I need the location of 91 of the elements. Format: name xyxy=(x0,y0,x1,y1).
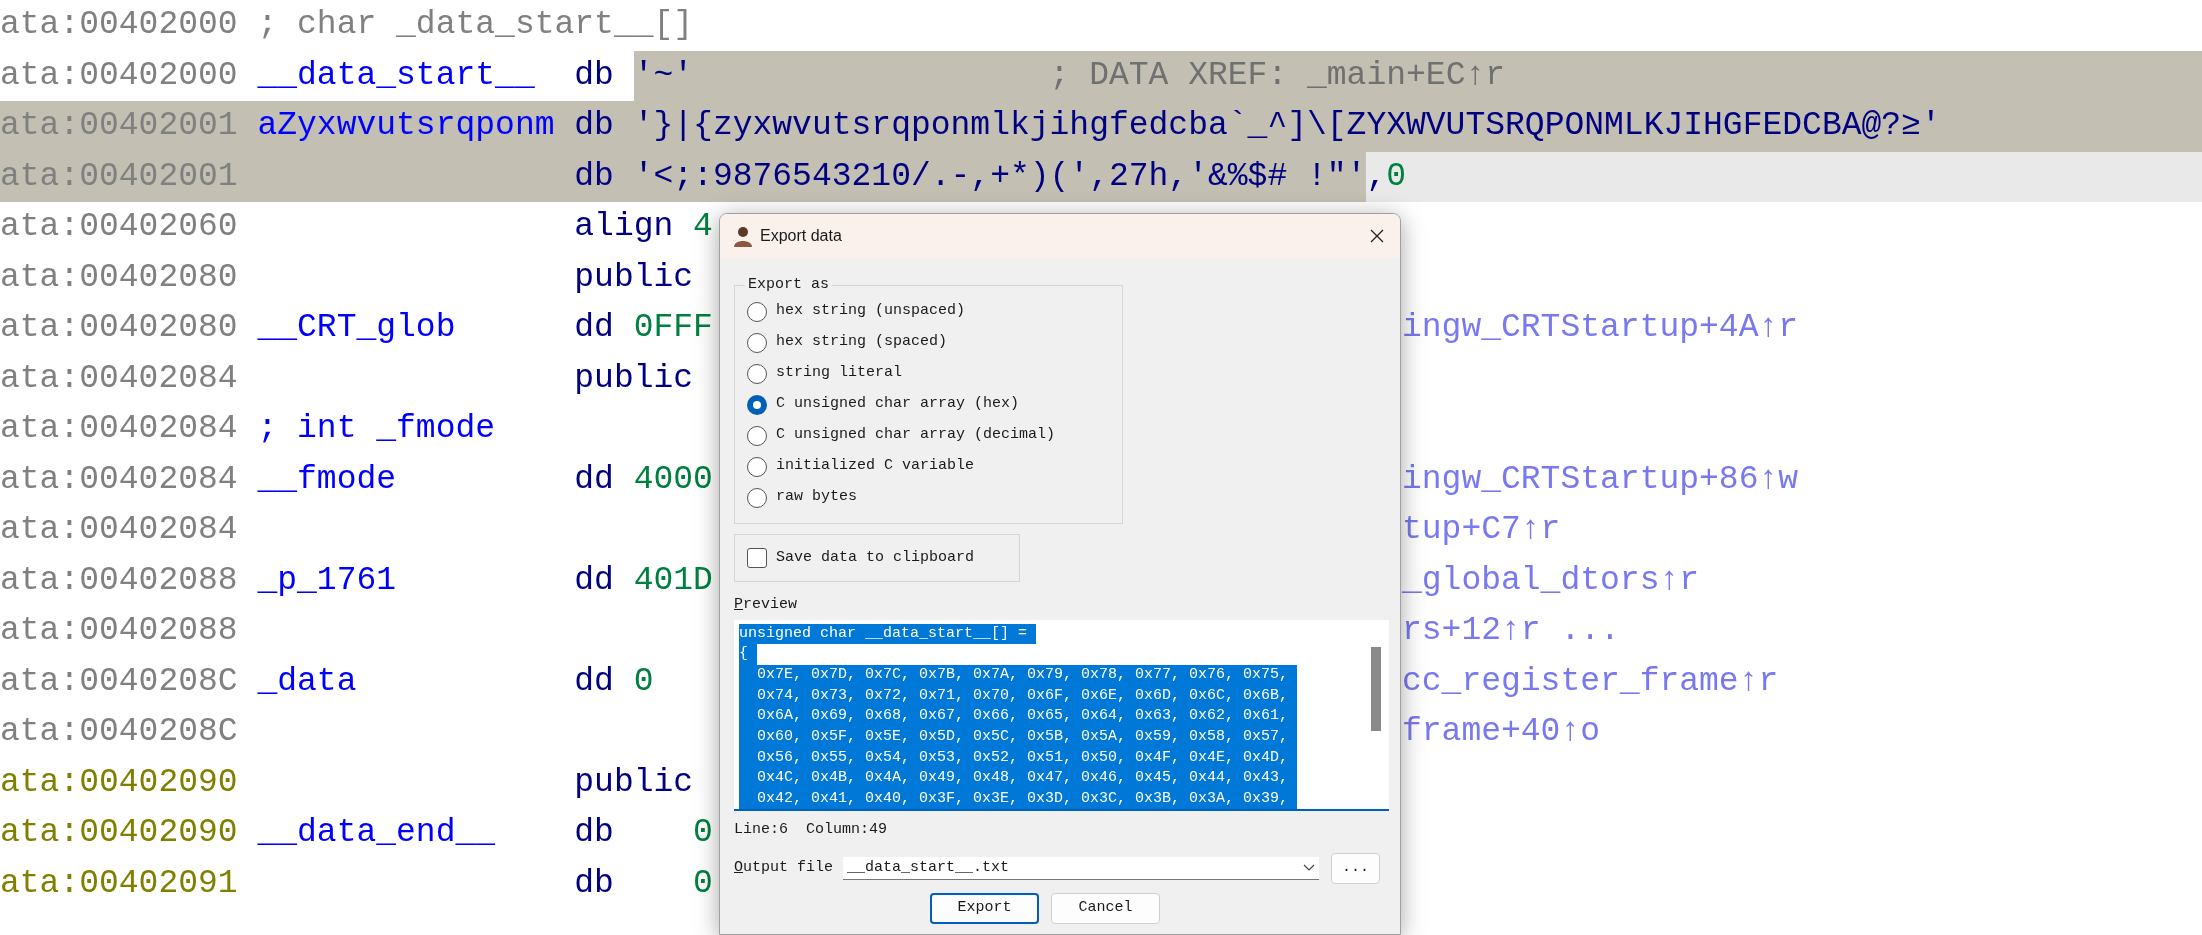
file-dropdown[interactable]: __data_start__.txt xyxy=(843,857,1320,880)
address-text: ata:00402084 xyxy=(0,459,239,500)
label-text: __fmode xyxy=(257,459,398,500)
label-text: __data_end__ xyxy=(257,813,497,853)
mnemonic-text: public xyxy=(574,762,694,803)
mnemonic-text: align xyxy=(574,207,675,247)
address-text: ata:00402088 xyxy=(0,560,239,601)
operand-text: '~' xyxy=(633,55,694,96)
window-title: Export data xyxy=(760,226,842,246)
comment-text: ; DATA XREF: _main+EC↑r xyxy=(1049,55,1506,96)
checkbox[interactable] xyxy=(747,548,767,568)
mnemonic-text: public xyxy=(574,257,694,298)
address-text: ata:00402000 xyxy=(0,5,239,45)
label-text: aZyxwvutsrqponm xyxy=(257,106,556,146)
radio-label: hex string (unspaced) xyxy=(776,301,966,322)
xref-text: cc_register_frame↑r xyxy=(1402,661,1779,702)
mnemonic-text: public xyxy=(574,358,694,399)
comment-text: ; char _data_start__[] xyxy=(257,5,694,45)
address-text: ata:0040208C xyxy=(0,712,239,752)
radio-button[interactable] xyxy=(747,301,767,322)
operand-text: 0 xyxy=(693,863,713,904)
mnemonic-text: db xyxy=(574,50,634,101)
operand-text: 0 xyxy=(1386,156,1407,197)
mnemonic-text: dd xyxy=(574,661,615,702)
label-text: _data xyxy=(257,661,358,702)
operand-text: '<;:9876543210/.-,+*)(',27h,'&%$# !"' xyxy=(633,151,1367,202)
dialog-button[interactable]: Cancel xyxy=(1051,893,1160,924)
address-text: ata:00402091 xyxy=(0,863,239,904)
xref-text: frame+40↑o xyxy=(1402,712,1601,752)
chevron-down-icon xyxy=(1303,864,1316,872)
address-text: ata:00402001 xyxy=(0,151,258,202)
group-label: Export as xyxy=(747,275,830,295)
radio-button[interactable] xyxy=(747,394,767,415)
person-icon xyxy=(732,225,754,247)
radio-label: C unsigned char array (decimal) xyxy=(776,425,1056,446)
radio-label: C unsigned char array (hex) xyxy=(776,394,1020,415)
xref-text: _global_dtors↑r xyxy=(1402,560,1700,601)
status-text: Column:49 xyxy=(806,819,888,840)
address-text: ata:00402080 xyxy=(0,257,239,298)
address-text: ata:00402060 xyxy=(0,207,239,247)
operand-text: 0 xyxy=(693,813,713,853)
address-text: ata:00402084 xyxy=(0,409,239,449)
label-text: __data_start__ xyxy=(257,50,575,101)
radio-label: initialized C variable xyxy=(776,456,975,477)
operand-text: 4 xyxy=(693,207,713,247)
checkbox-label: Save data to clipboard xyxy=(776,547,975,568)
section-label: Preview xyxy=(734,595,798,615)
mnemonic-text: dd xyxy=(574,459,615,500)
preview-text-area[interactable] xyxy=(734,619,1389,811)
address-text: ata:0040208C xyxy=(0,661,239,702)
mnemonic-text: db xyxy=(574,151,634,202)
xref-text: ingw_CRTStartup+4A↑r xyxy=(1402,308,1799,348)
mnemonic-text: db xyxy=(574,863,615,904)
address-text: ata:00402000 xyxy=(0,50,258,101)
scrollbar-thumb[interactable] xyxy=(1371,646,1381,731)
xref-text: rs+12↑r ... xyxy=(1402,611,1620,651)
mnemonic-text: db xyxy=(574,106,615,146)
address-text: ata:00402001 xyxy=(0,106,239,146)
close-icon xyxy=(1369,228,1385,244)
address-text: ata:00402084 xyxy=(0,510,239,550)
declaration-text: ; int _fmode xyxy=(257,409,496,449)
operand-text: 4000 xyxy=(633,459,713,500)
operand-text: '}|{zyxwvutsrqponmlkjihgfedcba`_^]\[ZYXWVUTSRQPONMLKJIHGFEDCBA@?≥' xyxy=(633,106,1941,146)
address-text: ata:00402080 xyxy=(0,308,239,348)
label-text: __CRT_glob xyxy=(257,308,457,348)
mnemonic-text: db xyxy=(574,813,615,853)
status-text: Line:6 xyxy=(734,819,788,840)
xref-text: tup+C7↑r xyxy=(1402,510,1561,550)
operand-text: , xyxy=(1366,156,1387,197)
address-text: ata:00402084 xyxy=(0,358,239,399)
browse-button[interactable]: ... xyxy=(1331,853,1381,884)
label-text: _p_1761 xyxy=(257,560,398,601)
address-text: ata:00402090 xyxy=(0,813,239,853)
mnemonic-text: dd xyxy=(574,560,615,601)
radio-button[interactable] xyxy=(747,332,767,353)
operand-text: 0FFF xyxy=(633,308,713,348)
dialog-button[interactable]: Export xyxy=(930,893,1039,924)
radio-button[interactable] xyxy=(747,456,767,477)
radio-button[interactable] xyxy=(747,425,767,446)
radio-button[interactable] xyxy=(747,363,767,384)
xref-text: ingw_CRTStartup+86↑w xyxy=(1402,459,1799,500)
mnemonic-text: dd xyxy=(574,308,615,348)
radio-label: string literal xyxy=(776,363,903,384)
radio-label: raw bytes xyxy=(776,487,857,508)
operand-text: 401D xyxy=(633,560,713,601)
operand-text: 0 xyxy=(633,661,654,702)
address-text: ata:00402088 xyxy=(0,611,239,651)
field-label: Output file xyxy=(734,858,834,879)
radio-button[interactable] xyxy=(747,487,767,508)
address-text: ata:00402090 xyxy=(0,762,239,803)
radio-label: hex string (spaced) xyxy=(776,332,948,353)
